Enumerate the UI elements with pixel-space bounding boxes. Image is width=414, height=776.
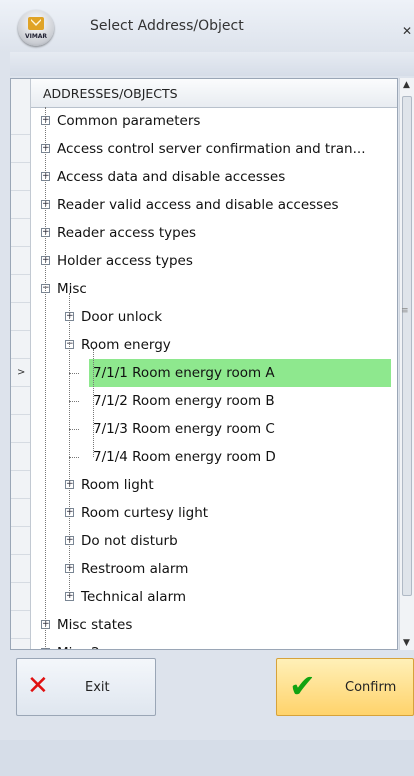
row-header-cell[interactable]	[11, 387, 30, 415]
close-x-icon: ✕	[27, 671, 49, 701]
tree-row[interactable]: + Restroom alarm	[31, 555, 397, 583]
check-icon: ✔	[289, 667, 316, 705]
tree-connector	[69, 293, 70, 597]
toolbar-strip	[10, 52, 414, 76]
row-header-cell[interactable]	[11, 555, 30, 583]
tree-row[interactable]: − Room energy	[31, 331, 397, 359]
scroll-down-icon[interactable]: ▼	[403, 638, 410, 648]
tree-connector	[69, 401, 79, 402]
confirm-label: Confirm	[345, 680, 397, 695]
row-header-cell[interactable]	[11, 611, 30, 639]
current-row-indicator-icon: >	[17, 367, 26, 378]
tree-row[interactable]: 7/1/4 Room energy room D	[31, 443, 397, 471]
tree-item-label: 7/1/1 Room energy room A	[93, 365, 275, 381]
tree-item-label: Room curtesy light	[81, 505, 209, 521]
column-header-addresses[interactable]: ADDRESSES/OBJECTS	[31, 79, 397, 108]
tree-item-label: Room light	[81, 477, 154, 493]
tree-item-label: Restroom alarm	[81, 561, 189, 577]
tree-item-label: Door unlock	[81, 309, 163, 325]
tree-item-label: 7/1/3 Room energy room C	[93, 421, 275, 437]
row-header-cell[interactable]	[11, 275, 30, 303]
scroll-up-icon[interactable]: ▲	[403, 80, 410, 90]
tree-row[interactable]: − Misc	[31, 275, 397, 303]
row-header-cell[interactable]	[11, 107, 30, 135]
scroll-thumb[interactable]	[402, 96, 412, 596]
row-header-cell[interactable]	[11, 303, 30, 331]
tree-row-selected[interactable]: 7/1/1 Room energy room A	[31, 359, 397, 387]
tree-row[interactable]: +Misc 2	[31, 639, 397, 649]
tree-connector	[45, 107, 46, 649]
tree-item-label: Common parameters	[57, 113, 201, 129]
row-header-cell[interactable]	[11, 583, 30, 611]
tree-row[interactable]: + Room curtesy light	[31, 499, 397, 527]
row-header-cell[interactable]	[11, 135, 30, 163]
tree-item-label: Misc	[57, 281, 87, 297]
status-bar	[0, 740, 414, 776]
row-header-cell[interactable]	[11, 471, 30, 499]
tree-connector	[93, 349, 94, 457]
tree-item-label: 7/1/2 Room energy room B	[93, 393, 275, 409]
exit-label: Exit	[85, 680, 110, 695]
tree-row[interactable]: + Access control server confirmation and …	[31, 135, 397, 163]
tree-item-label: Access data and disable accesses	[57, 169, 286, 185]
tree-row[interactable]: + Misc states	[31, 611, 397, 639]
tree-item-label: Misc states	[57, 617, 133, 633]
tree-connector	[69, 457, 79, 458]
row-header-cell[interactable]	[11, 443, 30, 471]
tree-item-label: 7/1/4 Room energy room D	[93, 449, 276, 465]
row-header-cell[interactable]	[11, 191, 30, 219]
tree-row[interactable]: 7/1/2 Room energy room B	[31, 387, 397, 415]
tree-row[interactable]: 7/1/3 Room energy room C	[31, 415, 397, 443]
row-header-cell[interactable]	[11, 499, 30, 527]
tree-row[interactable]: + Reader access types	[31, 219, 397, 247]
exit-button[interactable]: ✕ Exit	[16, 658, 156, 716]
close-icon[interactable]: ✕	[402, 24, 414, 38]
row-header-cell[interactable]	[11, 219, 30, 247]
row-header-cell[interactable]	[11, 163, 30, 191]
column-header-label: ADDRESSES/OBJECTS	[43, 86, 178, 101]
scroll-grip-icon: ≡	[401, 306, 409, 316]
row-header-cell[interactable]	[11, 331, 30, 359]
row-header-cell[interactable]	[11, 527, 30, 555]
row-header-cell[interactable]	[11, 639, 30, 649]
tree-item-label: Misc 2	[57, 645, 100, 649]
tree-row[interactable]: + Room light	[31, 471, 397, 499]
tree-row[interactable]: + Holder access types	[31, 247, 397, 275]
tree-row[interactable]: + Technical alarm	[31, 583, 397, 611]
vertical-scrollbar[interactable]: ▲ ≡ ▼	[399, 78, 414, 650]
tree-item-label: Technical alarm	[81, 589, 187, 605]
tree-row[interactable]: + Do not disturb	[31, 527, 397, 555]
tree-item-label: Holder access types	[57, 253, 193, 269]
vimar-logo[interactable]: VIMAR	[18, 10, 54, 46]
tree-row[interactable]: + Access data and disable accesses	[31, 163, 397, 191]
row-header-cell[interactable]	[11, 415, 30, 443]
tree-item-label: Reader valid access and disable accesses	[57, 197, 339, 213]
row-header-column	[11, 79, 31, 649]
tree-connector	[69, 373, 79, 374]
logo-text: VIMAR	[24, 33, 48, 40]
row-header-cell[interactable]	[11, 247, 30, 275]
confirm-button[interactable]: ✔ Confirm	[276, 658, 414, 716]
title-bar: VIMAR Select Address/Object ✕	[0, 0, 414, 52]
envelope-icon	[28, 17, 44, 30]
tree-row[interactable]: + Reader valid access and disable accesse…	[31, 191, 397, 219]
tree-item-label: Access control server confirmation and t…	[57, 141, 366, 157]
tree-item-label: Room energy	[81, 337, 171, 353]
window-title: Select Address/Object	[90, 18, 244, 34]
tree-row[interactable]: + Common parameters	[31, 107, 397, 135]
tree-item-label: Reader access types	[57, 225, 197, 241]
tree-item-label: Do not disturb	[81, 533, 178, 549]
addresses-grid: ADDRESSES/OBJECTS + Common parameters + Acc…	[10, 78, 398, 650]
tree-row[interactable]: + Door unlock	[31, 303, 397, 331]
tree-connector	[69, 429, 79, 430]
